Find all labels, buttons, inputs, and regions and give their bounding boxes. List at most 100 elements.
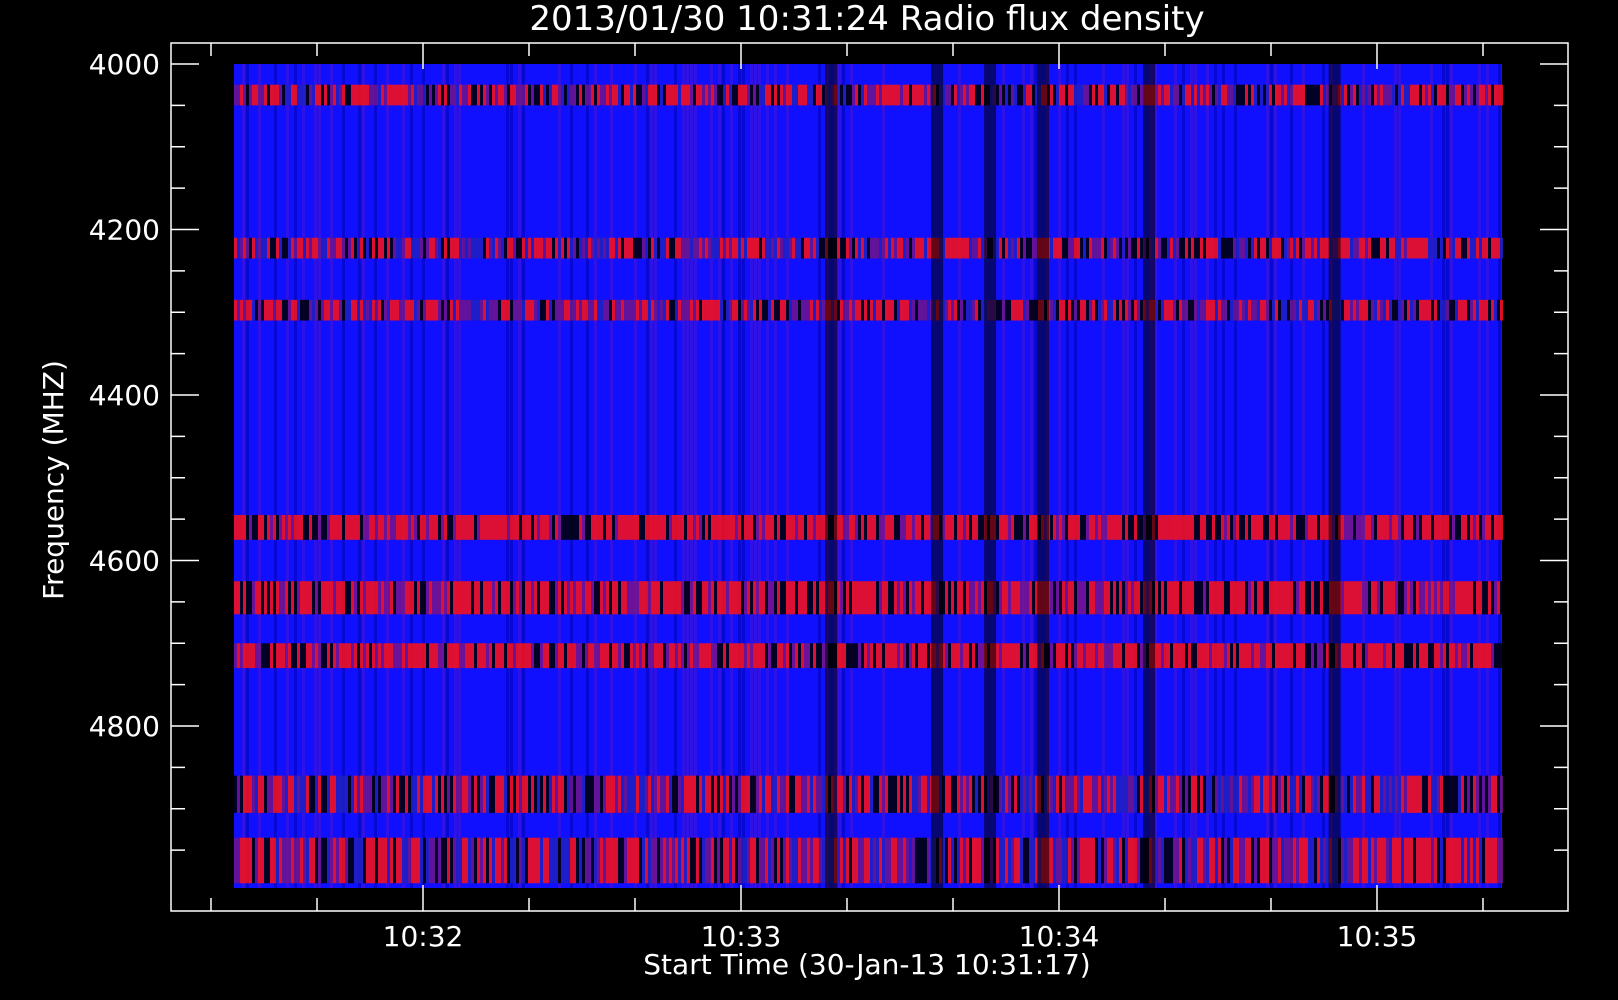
heatmap-cell: [654, 84, 657, 106]
heatmap-cell: [1290, 299, 1293, 321]
heatmap-cell: [1278, 837, 1281, 884]
heatmap-cell: [531, 775, 534, 813]
heatmap-cell: [1248, 775, 1251, 813]
heatmap-cell: [717, 581, 720, 615]
heatmap-cell: [900, 775, 903, 813]
heatmap-cell: [531, 514, 534, 540]
heatmap-cell: [486, 237, 489, 259]
heatmap-cell: [540, 299, 543, 321]
heatmap-cell: [1251, 514, 1254, 540]
heatmap-cell: [426, 299, 429, 321]
heatmap-cell: [1056, 84, 1059, 106]
heatmap-cell: [654, 299, 657, 321]
heatmap-cell: [1242, 581, 1245, 615]
heatmap-texture-column: [558, 64, 561, 888]
heatmap-cell: [819, 837, 822, 884]
heatmap-cell: [1437, 775, 1440, 813]
heatmap-cell: [1224, 775, 1227, 813]
heatmap-cell: [423, 299, 426, 321]
heatmap-cell: [660, 643, 663, 669]
heatmap-cell: [1260, 837, 1263, 884]
heatmap-cell: [1347, 84, 1350, 106]
heatmap-cell: [1221, 84, 1224, 106]
heatmap-cell: [612, 581, 615, 615]
heatmap-cell: [1002, 299, 1005, 321]
heatmap-cell: [375, 299, 378, 321]
heatmap-cell: [1263, 837, 1266, 884]
heatmap-cell: [921, 514, 924, 540]
heatmap-cell: [1206, 237, 1209, 259]
heatmap-cell: [1230, 643, 1233, 669]
heatmap-cell: [630, 837, 633, 884]
heatmap-cell: [285, 775, 288, 813]
heatmap-cell: [807, 84, 810, 106]
heatmap-cell: [447, 514, 450, 540]
heatmap-cell: [1314, 84, 1317, 106]
heatmap-cell: [420, 514, 423, 540]
heatmap-cell: [777, 837, 780, 884]
heatmap-cell: [912, 514, 915, 540]
heatmap-cell: [1407, 837, 1410, 884]
heatmap-cell: [1185, 514, 1188, 540]
heatmap-cell: [744, 237, 747, 259]
heatmap-cell: [387, 514, 390, 540]
heatmap-cell: [1347, 237, 1350, 259]
heatmap-cell: [1413, 837, 1416, 884]
heatmap-cell: [747, 84, 750, 106]
heatmap-cell: [591, 514, 594, 540]
heatmap-cell: [1020, 775, 1023, 813]
heatmap-cell: [1437, 84, 1440, 106]
heatmap-cell: [543, 299, 546, 321]
heatmap-cell: [672, 775, 675, 813]
heatmap-cell: [840, 581, 843, 615]
heatmap-cell: [360, 84, 363, 106]
heatmap-cell: [1299, 299, 1302, 321]
heatmap-cell: [846, 643, 849, 669]
heatmap-cell: [804, 237, 807, 259]
heatmap-cell: [1374, 299, 1377, 321]
heatmap-cell: [1428, 237, 1431, 259]
heatmap-texture-column: [1478, 64, 1481, 888]
heatmap-cell: [429, 581, 432, 615]
heatmap-cell: [1071, 837, 1074, 884]
heatmap-cell: [786, 237, 789, 259]
heatmap-cell: [291, 299, 294, 321]
heatmap-cell: [603, 643, 606, 669]
heatmap-cell: [243, 514, 246, 540]
heatmap-cell: [594, 84, 597, 106]
heatmap-cell: [315, 299, 318, 321]
heatmap-cell: [762, 514, 765, 540]
heatmap-cell: [426, 84, 429, 106]
heatmap-cell: [309, 837, 312, 884]
heatmap-cell: [1062, 237, 1065, 259]
heatmap-cell: [1050, 643, 1053, 669]
heatmap-cell: [1500, 837, 1503, 884]
heatmap-cell: [261, 581, 264, 615]
heatmap-cell: [258, 775, 261, 813]
heatmap-cell: [351, 299, 354, 321]
heatmap-cell: [1116, 84, 1119, 106]
heatmap-cell: [1287, 643, 1290, 669]
heatmap-cell: [654, 837, 657, 884]
heatmap-cell: [474, 514, 477, 540]
heatmap-cell: [900, 237, 903, 259]
heatmap-cell: [1491, 581, 1494, 615]
heatmap-texture-column: [506, 64, 509, 888]
heatmap-cell: [777, 775, 780, 813]
heatmap-cell: [1371, 84, 1374, 106]
heatmap-cell: [378, 643, 381, 669]
heatmap-cell: [567, 581, 570, 615]
heatmap-cell: [666, 299, 669, 321]
heatmap-cell: [1320, 237, 1323, 259]
heatmap-cell: [414, 643, 417, 669]
heatmap-cell: [384, 837, 387, 884]
heatmap-cell: [366, 237, 369, 259]
heatmap-cell: [249, 643, 252, 669]
heatmap-cell: [1425, 84, 1428, 106]
heatmap-cell: [1251, 299, 1254, 321]
heatmap-cell: [435, 237, 438, 259]
heatmap-cell: [1209, 299, 1212, 321]
heatmap-cell: [1317, 581, 1320, 615]
heatmap-cell: [1467, 581, 1470, 615]
heatmap-cell: [615, 837, 618, 884]
